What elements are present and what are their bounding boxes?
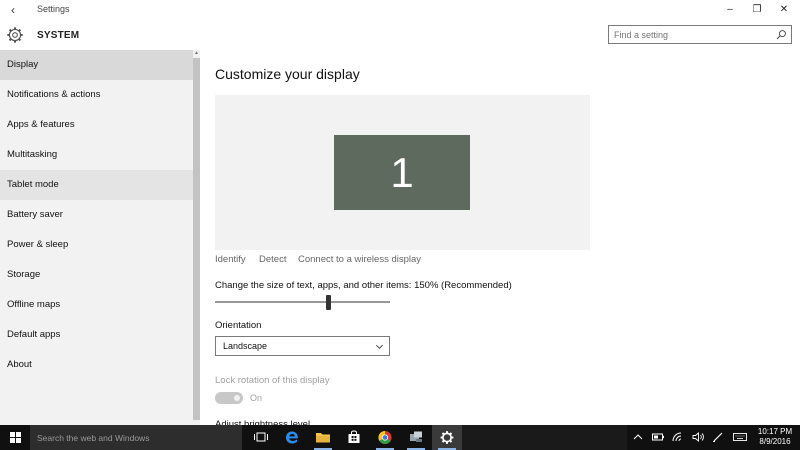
chrome-button[interactable] <box>370 425 400 450</box>
toggle-knob <box>234 395 240 401</box>
gear-icon <box>7 27 23 43</box>
volume-tray[interactable] <box>690 425 707 450</box>
sidebar-item-apps-features[interactable]: Apps & features <box>0 110 193 140</box>
chevron-up-icon <box>633 434 643 440</box>
sidebar-scrollbar[interactable]: ▲ <box>193 50 200 425</box>
folder-icon <box>316 433 330 443</box>
search-input[interactable] <box>614 28 774 41</box>
sidebar-item-default-apps[interactable]: Default apps <box>0 320 193 350</box>
display-preview: 1 <box>215 95 590 250</box>
pen-icon <box>713 432 723 442</box>
tray-overflow[interactable] <box>630 425 647 450</box>
desktop-peek-strip <box>462 425 627 450</box>
battery-icon <box>652 433 664 441</box>
page-title: Customize your display <box>215 66 360 82</box>
settings-gear-icon <box>440 431 454 444</box>
back-button[interactable]: ‹ <box>6 2 20 18</box>
minimize-button[interactable]: – <box>716 0 744 20</box>
sidebar-item-battery-saver[interactable]: Battery saver <box>0 200 193 230</box>
sidebar-item-multitasking[interactable]: Multitasking <box>0 140 193 170</box>
orientation-dropdown[interactable]: Landscape <box>215 336 390 356</box>
clock-time: 10:17 PM <box>757 427 793 436</box>
wifi-tray[interactable] <box>670 425 687 450</box>
task-view-button[interactable] <box>246 425 276 450</box>
clock-date: 8/9/2016 <box>759 437 791 446</box>
keyboard-tray[interactable] <box>731 425 748 450</box>
task-view-icon <box>254 432 268 442</box>
file-explorer-button[interactable] <box>308 425 338 450</box>
sidebar-item-display[interactable]: Display <box>0 50 193 80</box>
close-button[interactable]: ✕ <box>770 0 798 20</box>
keyboard-icon <box>733 433 747 441</box>
identify-link[interactable]: Identify <box>215 254 246 265</box>
taskbar: Search the web and Windows 10:17 PM 8/9/… <box>0 425 800 450</box>
lock-rotation-state: On <box>250 393 263 403</box>
sidebar-item-storage[interactable]: Storage <box>0 260 193 290</box>
windows-logo-icon <box>10 432 21 443</box>
scale-label: Change the size of text, apps, and other… <box>215 280 512 291</box>
section-title: SYSTEM <box>37 30 80 41</box>
taskbar-clock[interactable]: 10:17 PM 8/9/2016 <box>752 427 798 447</box>
orientation-label: Orientation <box>215 320 262 331</box>
settings-taskbar-button[interactable] <box>432 425 462 450</box>
title-bar: ‹ Settings – ❐ ✕ <box>0 0 800 20</box>
chrome-icon <box>378 430 392 445</box>
pen-tray[interactable] <box>710 425 727 450</box>
search-icon[interactable] <box>776 29 787 40</box>
wireless-display-link[interactable]: Connect to a wireless display <box>298 254 421 265</box>
speaker-icon <box>692 432 704 442</box>
scale-slider-track[interactable] <box>215 301 390 303</box>
scale-slider-thumb[interactable] <box>326 295 332 310</box>
battery-tray[interactable] <box>650 425 667 450</box>
restore-button[interactable]: ❐ <box>743 0 771 20</box>
sidebar: Display Notifications & actions Apps & f… <box>0 50 193 425</box>
sidebar-item-power-sleep[interactable]: Power & sleep <box>0 230 193 260</box>
wifi-icon <box>672 432 682 442</box>
start-button[interactable] <box>0 425 30 450</box>
sidebar-item-tablet-mode[interactable]: Tablet mode <box>0 170 193 200</box>
monitor-1[interactable]: 1 <box>334 135 470 210</box>
store-button[interactable] <box>339 425 369 450</box>
search-box[interactable] <box>608 25 792 44</box>
store-bag-icon <box>348 430 360 443</box>
lock-rotation-label: Lock rotation of this display <box>215 375 330 386</box>
app-window-icon <box>410 431 422 442</box>
window-title: Settings <box>37 4 70 14</box>
taskbar-search-text: Search the web and Windows <box>37 433 150 443</box>
edge-button[interactable] <box>277 425 307 450</box>
scroll-thumb[interactable] <box>193 58 200 420</box>
sidebar-item-notifications[interactable]: Notifications & actions <box>0 80 193 110</box>
app-button[interactable] <box>401 425 431 450</box>
sidebar-item-offline-maps[interactable]: Offline maps <box>0 290 193 320</box>
orientation-value: Landscape <box>223 341 268 351</box>
sidebar-item-about[interactable]: About <box>0 350 193 380</box>
edge-browser-icon <box>286 431 298 444</box>
detect-link[interactable]: Detect <box>259 254 286 265</box>
lock-rotation-toggle[interactable] <box>215 392 243 404</box>
scroll-up-arrow-icon[interactable]: ▲ <box>193 50 200 57</box>
taskbar-search[interactable]: Search the web and Windows <box>30 425 242 450</box>
chevron-down-icon <box>376 344 383 349</box>
brightness-label: Adjust brightness level <box>215 419 311 425</box>
